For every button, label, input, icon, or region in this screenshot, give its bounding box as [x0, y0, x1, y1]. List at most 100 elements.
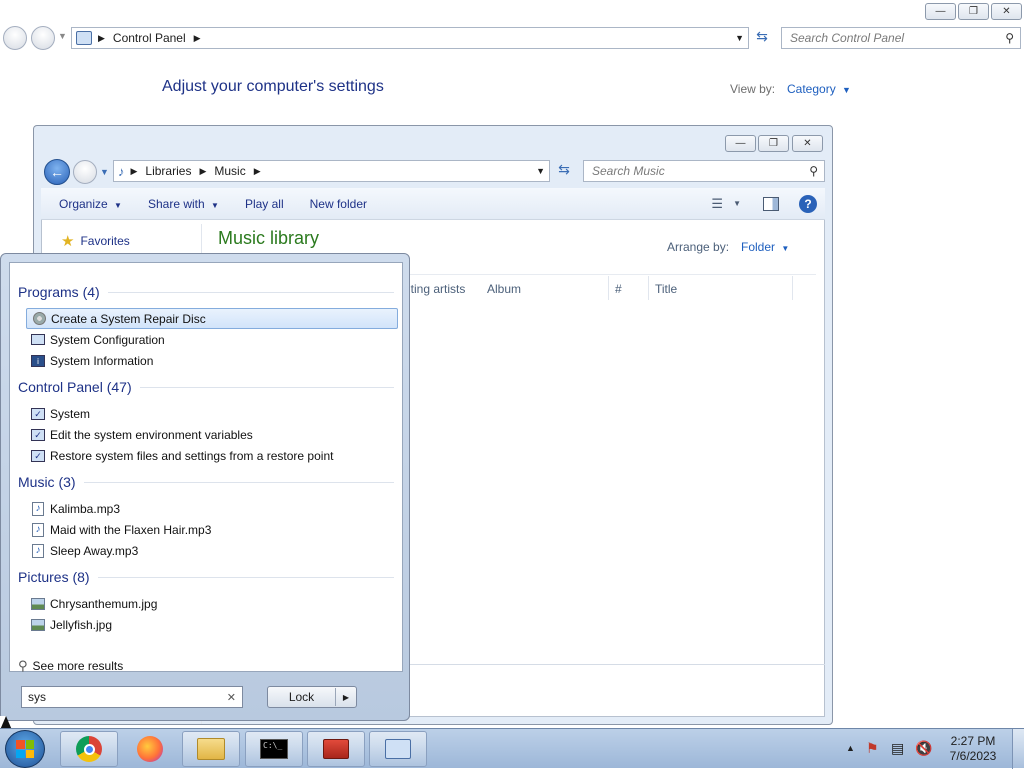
breadcrumb-libraries[interactable]: Libraries [145, 164, 191, 178]
start-search-input[interactable]: sys ✕ [21, 686, 243, 708]
result-system-configuration[interactable]: System Configuration [26, 329, 398, 350]
chevron-down-icon: ▼ [211, 200, 219, 210]
column-divider[interactable] [648, 276, 649, 300]
firefox-icon [137, 736, 163, 762]
address-dropdown-icon[interactable]: ▼ [536, 166, 545, 176]
music-maximize-button[interactable]: ❐ [758, 135, 789, 152]
result-kalimba[interactable]: ♪ Kalimba.mp3 [26, 498, 398, 519]
music-back-button[interactable]: ← [44, 159, 70, 185]
music-toolbar: Organize ▼ Share with ▼ Play all New fol… [41, 188, 825, 220]
column-number[interactable]: # [615, 282, 622, 296]
result-chrysanthemum[interactable]: Chrysanthemum.jpg [26, 593, 398, 614]
windows-logo-icon [16, 740, 34, 758]
help-icon[interactable]: ? [799, 194, 817, 213]
minimize-icon: — [935, 6, 946, 17]
group-header-programs[interactable]: Programs (4) [18, 284, 394, 300]
see-more-results-link[interactable]: ⚲ See more results [18, 658, 123, 674]
maximize-button[interactable]: ❐ [958, 3, 989, 20]
address-bar[interactable]: ▶ Control Panel ▶ ▼ [71, 27, 749, 49]
taskbar-file-explorer[interactable] [182, 731, 240, 767]
address-dropdown-icon[interactable]: ▼ [735, 33, 744, 43]
result-system[interactable]: ✓ System [26, 403, 398, 424]
breadcrumb-music[interactable]: Music [214, 164, 245, 178]
new-folder-button[interactable]: New folder [310, 197, 367, 211]
back-button[interactable] [3, 26, 27, 50]
play-all-button[interactable]: Play all [245, 197, 284, 211]
network-icon[interactable]: ▤ [891, 740, 904, 757]
taskbar-control-panel[interactable] [369, 731, 427, 767]
clear-search-icon[interactable]: ✕ [227, 691, 236, 704]
column-album[interactable]: Album [487, 282, 521, 296]
action-center-icon[interactable]: ⚑ [866, 740, 879, 757]
control-panel-item-icon: ✓ [30, 406, 46, 422]
column-title[interactable]: Title [655, 282, 677, 296]
result-edit-environment-variables[interactable]: ✓ Edit the system environment variables [26, 424, 398, 445]
show-desktop-button[interactable] [1012, 729, 1024, 769]
minimize-icon: — [735, 138, 746, 149]
toolbox-icon [323, 739, 349, 759]
result-restore-system-files[interactable]: ✓ Restore system files and settings from… [26, 445, 398, 466]
group-header-music[interactable]: Music (3) [18, 474, 394, 490]
taskbar-firefox[interactable] [121, 731, 179, 767]
search-icon[interactable]: ⚲ [809, 164, 818, 178]
share-with-menu[interactable]: Share with ▼ [148, 197, 219, 211]
result-label: Jellyfish.jpg [50, 617, 113, 632]
result-label: System [50, 406, 91, 421]
clock-date: 7/6/2023 [949, 749, 997, 763]
taskbar-chrome[interactable] [60, 731, 118, 767]
group-header-pictures[interactable]: Pictures (8) [18, 569, 394, 585]
preview-pane-icon[interactable] [763, 196, 779, 211]
refresh-icon[interactable]: ⇆ [752, 28, 772, 48]
refresh-icon[interactable]: ⇆ [554, 161, 574, 181]
recent-pages-icon[interactable]: ▼ [58, 31, 67, 41]
search-icon[interactable]: ⚲ [1005, 31, 1014, 45]
volume-muted-icon[interactable]: 🔇 [915, 740, 932, 757]
music-close-button[interactable]: ✕ [792, 135, 823, 152]
close-icon: ✕ [1002, 6, 1011, 17]
star-icon: ★ [61, 233, 75, 250]
result-label: Restore system files and settings from a… [50, 448, 334, 463]
view-by-dropdown[interactable]: Category ▼ [787, 82, 851, 96]
column-divider[interactable] [792, 276, 793, 300]
column-contributing-artists[interactable]: uting artists [404, 282, 465, 296]
control-panel-icon [76, 31, 92, 45]
result-jellyfish[interactable]: Jellyfish.jpg [26, 614, 398, 635]
minimize-button[interactable]: — [925, 3, 956, 20]
lock-button[interactable]: Lock ▶ [267, 686, 357, 708]
nav-favorites[interactable]: ★ Favorites [61, 232, 130, 250]
column-divider[interactable] [608, 276, 609, 300]
result-maid-with-the-flaxen-hair[interactable]: ♪ Maid with the Flaxen Hair.mp3 [26, 519, 398, 540]
taskbar-command-prompt[interactable]: C:\_ [245, 731, 303, 767]
control-panel-icon [385, 739, 411, 759]
show-hidden-icons-button[interactable]: ▲ [846, 743, 855, 753]
group-title: Programs (4) [18, 284, 100, 300]
search-input[interactable]: Search Control Panel ⚲ [781, 27, 1021, 49]
music-address-bar[interactable]: ♪ ▶ Libraries ▶ Music ▶ ▼ [113, 160, 550, 182]
result-system-information[interactable]: i System Information [26, 350, 398, 371]
organize-menu[interactable]: Organize ▼ [59, 197, 122, 211]
breadcrumb-control-panel[interactable]: Control Panel [113, 31, 186, 45]
music-minimize-button[interactable]: — [725, 135, 756, 152]
result-create-system-repair-disc[interactable]: Create a System Repair Disc [26, 308, 398, 329]
close-button[interactable]: ✕ [991, 3, 1022, 20]
search-icon: ⚲ [18, 658, 28, 673]
result-label: System Configuration [50, 332, 165, 347]
recent-pages-icon[interactable]: ▼ [100, 167, 109, 177]
taskbar: C:\_ ▲ ⚑ ▤ 🔇 2:27 PM 7/6/2023 [0, 728, 1024, 769]
forward-button[interactable] [31, 26, 55, 50]
clock-time: 2:27 PM [950, 734, 996, 748]
music-forward-button[interactable] [73, 160, 97, 184]
taskbar-toolbox[interactable] [307, 731, 365, 767]
start-button[interactable] [5, 730, 45, 768]
music-search-input[interactable]: Search Music ⚲ [583, 160, 825, 182]
power-options-arrow-icon[interactable]: ▶ [336, 693, 356, 702]
restore-icon: ❐ [969, 6, 978, 17]
share-with-label: Share with [147, 196, 205, 211]
system-clock[interactable]: 2:27 PM 7/6/2023 [940, 734, 1006, 764]
group-header-control-panel[interactable]: Control Panel (47) [18, 379, 394, 395]
chevron-down-icon[interactable]: ▼ [733, 199, 741, 208]
arrange-by-dropdown[interactable]: Folder ▼ [741, 240, 789, 254]
result-sleep-away[interactable]: ♪ Sleep Away.mp3 [26, 540, 398, 561]
view-options-icon[interactable]: ☰ [711, 196, 723, 212]
library-title: Music library [218, 228, 320, 248]
